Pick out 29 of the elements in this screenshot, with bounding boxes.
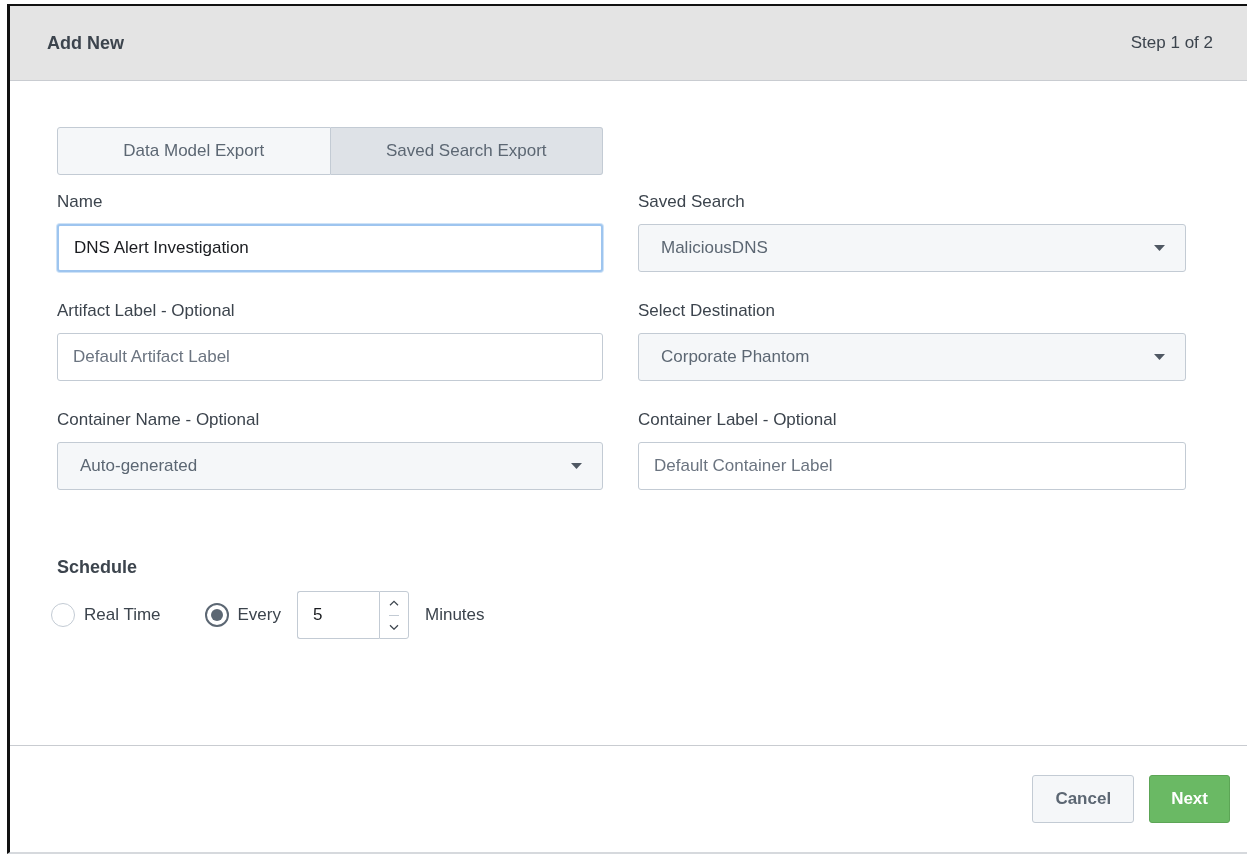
section-heading: Schedule [57, 557, 139, 578]
unit-label: Minutes [425, 605, 485, 625]
field-label: Artifact Label - Optional [57, 301, 236, 321]
caret-icon [1154, 354, 1165, 360]
dropdown-value: Auto-generated [80, 456, 198, 476]
radio-label: Every [237, 605, 281, 625]
field-label: Saved Search [638, 192, 746, 212]
export-type-tab[interactable]: Data Model Export [57, 127, 331, 175]
text-input-field[interactable]: Default Artifact Label [57, 333, 603, 381]
text-input-field[interactable]: DNS Alert Investigation [57, 224, 603, 272]
dropdown-field[interactable]: Corporate Phantom [638, 333, 1186, 381]
cancel-button[interactable]: Cancel [1032, 775, 1135, 823]
radio-label: Real Time [84, 605, 161, 625]
dropdown-field[interactable]: MaliciousDNS [638, 224, 1186, 272]
dropdown-field[interactable]: Auto-generated [57, 442, 603, 490]
caret-icon [571, 463, 582, 469]
field-label: Select Destination [638, 301, 777, 321]
field-label: Name [57, 192, 104, 212]
export-type-tab[interactable]: Saved Search Export [330, 127, 603, 175]
number-input-field[interactable]: 5 [297, 591, 379, 639]
dialog-title: Add New [47, 32, 124, 54]
dropdown-value: MaliciousDNS [661, 238, 768, 258]
dropdown-value: Corporate Phantom [661, 347, 810, 367]
caret-icon [1154, 245, 1165, 251]
radio-button[interactable] [204, 603, 229, 627]
step-indicator: Step 1 of 2 [1130, 33, 1213, 53]
text-input-field[interactable]: Default Container Label [638, 442, 1186, 490]
field-label: Container Name - Optional [57, 410, 261, 430]
field-label: Container Label - Optional [638, 410, 838, 430]
